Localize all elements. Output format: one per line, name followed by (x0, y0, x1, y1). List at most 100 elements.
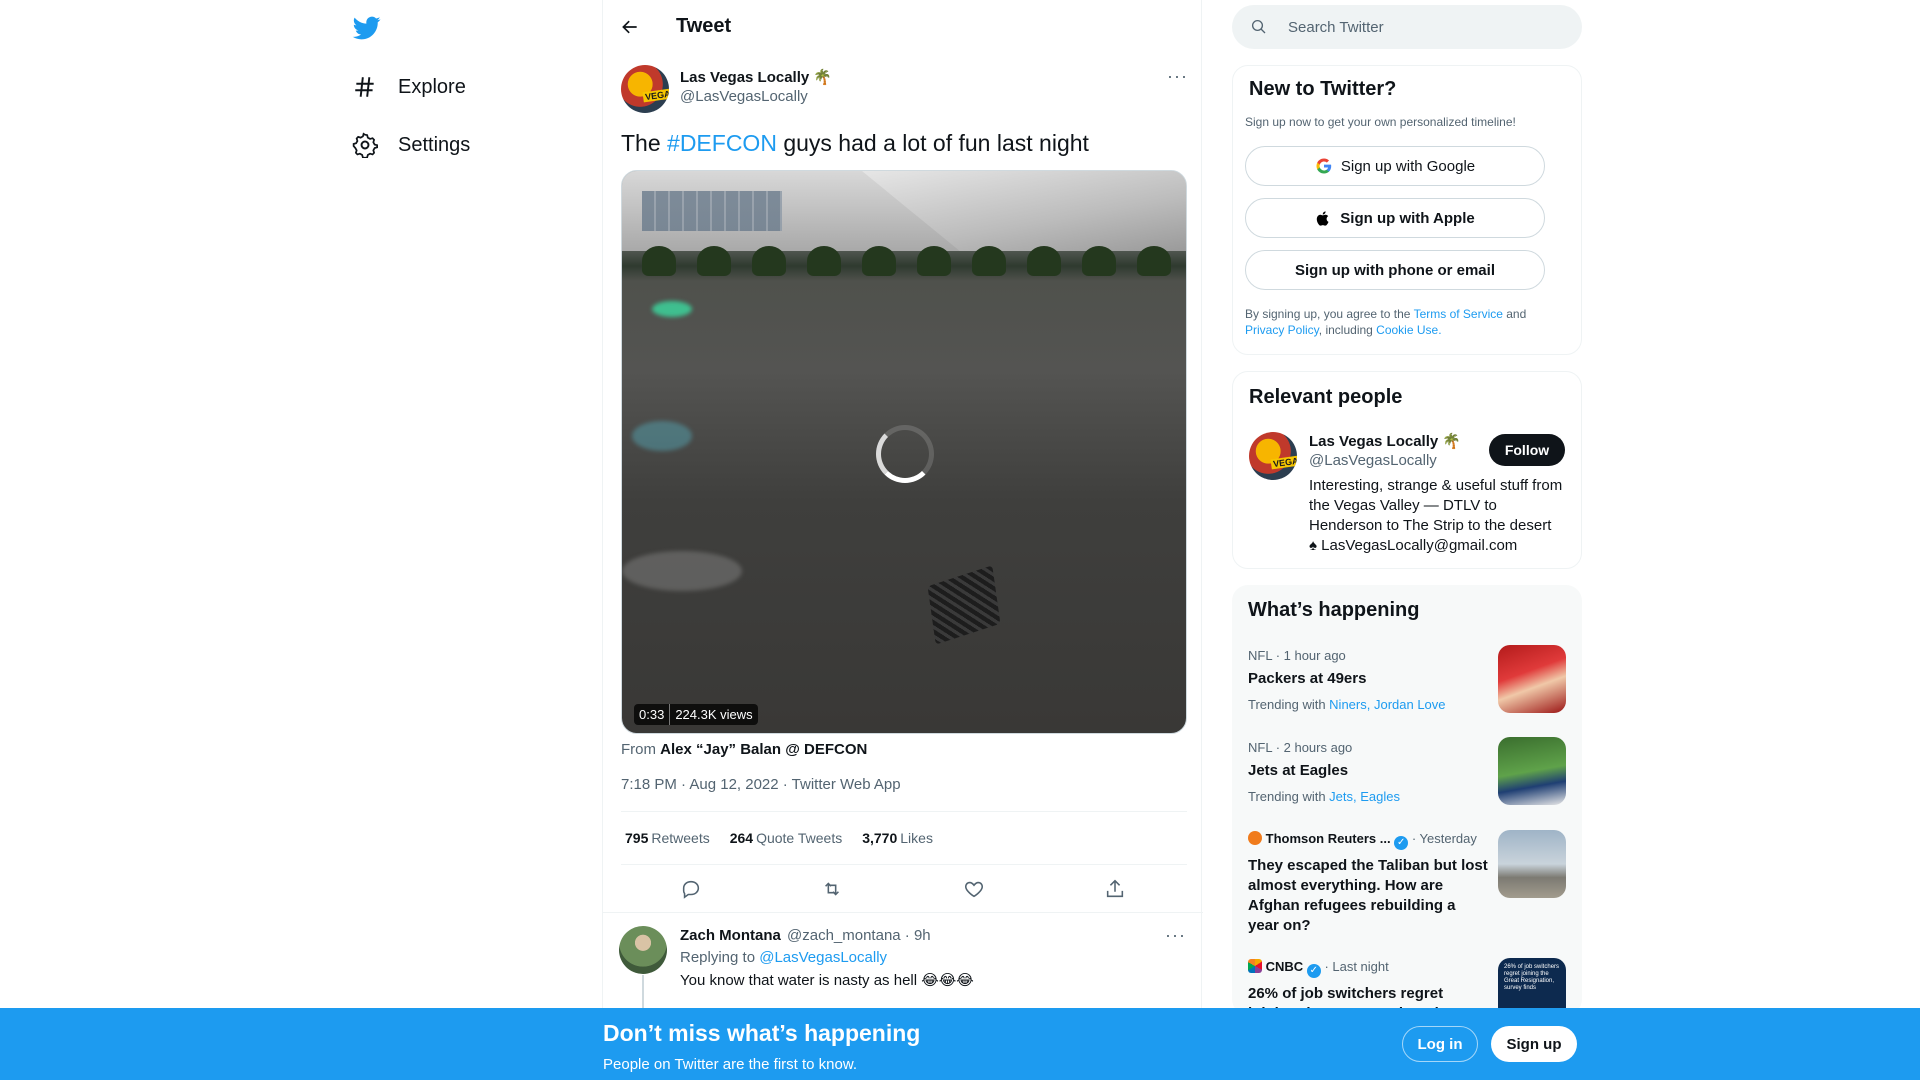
quotes-label: Quote Tweets (756, 830, 843, 846)
news-time: · Last night (1324, 959, 1389, 974)
video-frame-bush (972, 246, 1006, 276)
tweet-actions (621, 875, 1187, 905)
relevant-handle[interactable]: @LasVegasLocally (1309, 452, 1437, 469)
author-avatar[interactable]: VEGAS (621, 65, 669, 113)
video-frame-bush (697, 246, 731, 276)
replying-to: Replying to @LasVegasLocally (680, 949, 887, 966)
relevant-bio: Interesting, strange & useful stuff from… (1309, 476, 1569, 556)
retweet-icon[interactable] (821, 878, 845, 902)
apple-signup-button[interactable]: Sign up with Apple (1245, 198, 1545, 238)
cookie-link[interactable]: Cookie Use. (1376, 323, 1441, 337)
bottom-bar-subtitle: People on Twitter are the first to know. (603, 1056, 858, 1073)
legal-text-2: and (1502, 307, 1527, 321)
trend-thumbnail (1498, 737, 1566, 805)
privacy-link[interactable]: Privacy Policy (1245, 323, 1319, 337)
bottom-bar-title: Don’t miss what’s happening (603, 1020, 921, 1046)
back-button[interactable] (613, 10, 647, 44)
news-time: · Yesterday (1411, 831, 1477, 846)
share-icon[interactable] (1104, 878, 1128, 902)
news-title: They escaped the Taliban but lost almost… (1248, 857, 1488, 934)
nav-settings[interactable]: Settings (352, 125, 470, 165)
likes-stat[interactable]: 3,770 Likes (862, 830, 933, 846)
news-source: CNBC (1265, 959, 1304, 974)
video-frame-bush (752, 246, 786, 276)
like-icon[interactable] (963, 878, 987, 902)
divider (621, 811, 1187, 812)
relevant-avatar[interactable]: VEGAS (1249, 432, 1297, 480)
phone-signup-label: Sign up with phone or email (1294, 261, 1495, 279)
trend-with-links[interactable]: Jets, Eagles (1329, 789, 1400, 804)
hashtag-icon (355, 77, 374, 97)
search-box[interactable] (1232, 5, 1582, 49)
video-frame-bush (862, 246, 896, 276)
header: Tweet (603, 0, 1203, 53)
video-source-label: From (621, 741, 661, 758)
reply-icon[interactable] (680, 878, 704, 902)
login-prompt-bar: Don’t miss what’s happening People on Tw… (0, 1008, 1920, 1080)
nav-settings-label: Settings (398, 133, 471, 156)
tweet-timestamp[interactable]: 7:18 PM · Aug 12, 2022 · Twitter Web App (621, 776, 901, 793)
loading-spinner-icon (876, 425, 934, 483)
news-thumbnail-text: 26% of job switchers regret joining the … (1504, 964, 1560, 991)
video-frame-bush (917, 246, 951, 276)
reply-author-name[interactable]: Zach Montana (680, 927, 781, 944)
twitter-logo-icon[interactable] (352, 14, 384, 42)
signup-card: New to Twitter? Sign up now to get your … (1232, 65, 1582, 355)
apple-signup-label: Sign up with Apple (1340, 209, 1475, 227)
divider (621, 864, 1187, 865)
reply-avatar[interactable] (619, 926, 667, 974)
video-source-name[interactable]: Alex “Jay” Balan @ DEFCON (660, 741, 867, 758)
video-duration: 0:33 (634, 704, 670, 725)
tweet-video[interactable]: 0:33 224.3K views (621, 170, 1187, 734)
page-title: Tweet (676, 15, 732, 37)
video-frame-glint (622, 551, 742, 591)
signup-card-subtitle: Sign up now to get your own personalized… (1245, 115, 1516, 129)
arrow-left-icon (622, 20, 637, 34)
hashtag-link[interactable]: #DEFCON (667, 130, 777, 156)
video-frame-bush (642, 246, 676, 276)
video-frame-bush (1082, 246, 1116, 276)
whats-happening-title: What’s happening (1248, 599, 1420, 621)
google-icon (1315, 157, 1333, 175)
author-handle[interactable]: @LasVegasLocally (680, 88, 808, 105)
video-frame-drain (927, 565, 1001, 645)
video-frame-glint (632, 421, 692, 451)
cnbc-logo-icon (1248, 959, 1262, 973)
video-frame-bush (1137, 246, 1171, 276)
replying-to-link[interactable]: @LasVegasLocally (759, 949, 887, 966)
video-badge: 0:33 224.3K views (634, 704, 758, 725)
video-frame-bush (807, 246, 841, 276)
login-button[interactable]: Log in (1402, 1026, 1478, 1062)
trend-with-links[interactable]: Niners, Jordan Love (1329, 697, 1445, 712)
retweets-stat[interactable]: 795 Retweets (625, 830, 710, 846)
relevant-name[interactable]: Las Vegas Locally 🌴 (1309, 432, 1461, 450)
terms-link[interactable]: Terms of Service (1414, 307, 1503, 321)
nav-explore[interactable]: Explore (352, 67, 466, 107)
trend-title: Jets at Eagles (1248, 762, 1349, 779)
reply-tweet[interactable]: Zach Montana @zach_montana · 9h ··· Repl… (603, 912, 1203, 1015)
trend-with-label: Trending with (1248, 697, 1330, 712)
quotes-stat[interactable]: 264 Quote Tweets (730, 830, 843, 846)
google-signup-button[interactable]: Sign up with Google (1245, 146, 1545, 186)
google-signup-label: Sign up with Google (1340, 157, 1476, 175)
signup-button[interactable]: Sign up (1491, 1026, 1577, 1062)
likes-count: 3,770 (862, 830, 898, 846)
search-input[interactable] (1288, 18, 1568, 36)
video-views: 224.3K views (669, 704, 758, 725)
more-options-icon[interactable]: ··· (1167, 66, 1188, 87)
tweet-text-suffix: guys had a lot of fun last night (776, 130, 1089, 156)
quotes-count: 264 (729, 830, 754, 846)
phone-signup-button[interactable]: Sign up with phone or email (1245, 250, 1545, 290)
gear-icon (352, 132, 378, 158)
tweet-stats: 795 Retweets 264 Quote Tweets 3,770 Likes (625, 830, 933, 846)
legal-text-3: , including (1318, 323, 1377, 337)
reply-author-handle[interactable]: @zach_montana · 9h (787, 927, 931, 944)
tweet-text: The #DEFCON guys had a lot of fun last n… (621, 128, 1089, 158)
author-name[interactable]: Las Vegas Locally 🌴 (680, 68, 832, 86)
reply-text: You know that water is nasty as hell 😂😂😂 (680, 972, 974, 989)
more-options-icon[interactable]: ··· (1165, 925, 1186, 946)
trend-title: Packers at 49ers (1248, 670, 1367, 687)
relevant-bio-text: Interesting, strange & useful stuff from… (1309, 477, 1563, 534)
follow-button[interactable]: Follow (1489, 434, 1565, 466)
replying-to-label: Replying to (680, 949, 760, 966)
